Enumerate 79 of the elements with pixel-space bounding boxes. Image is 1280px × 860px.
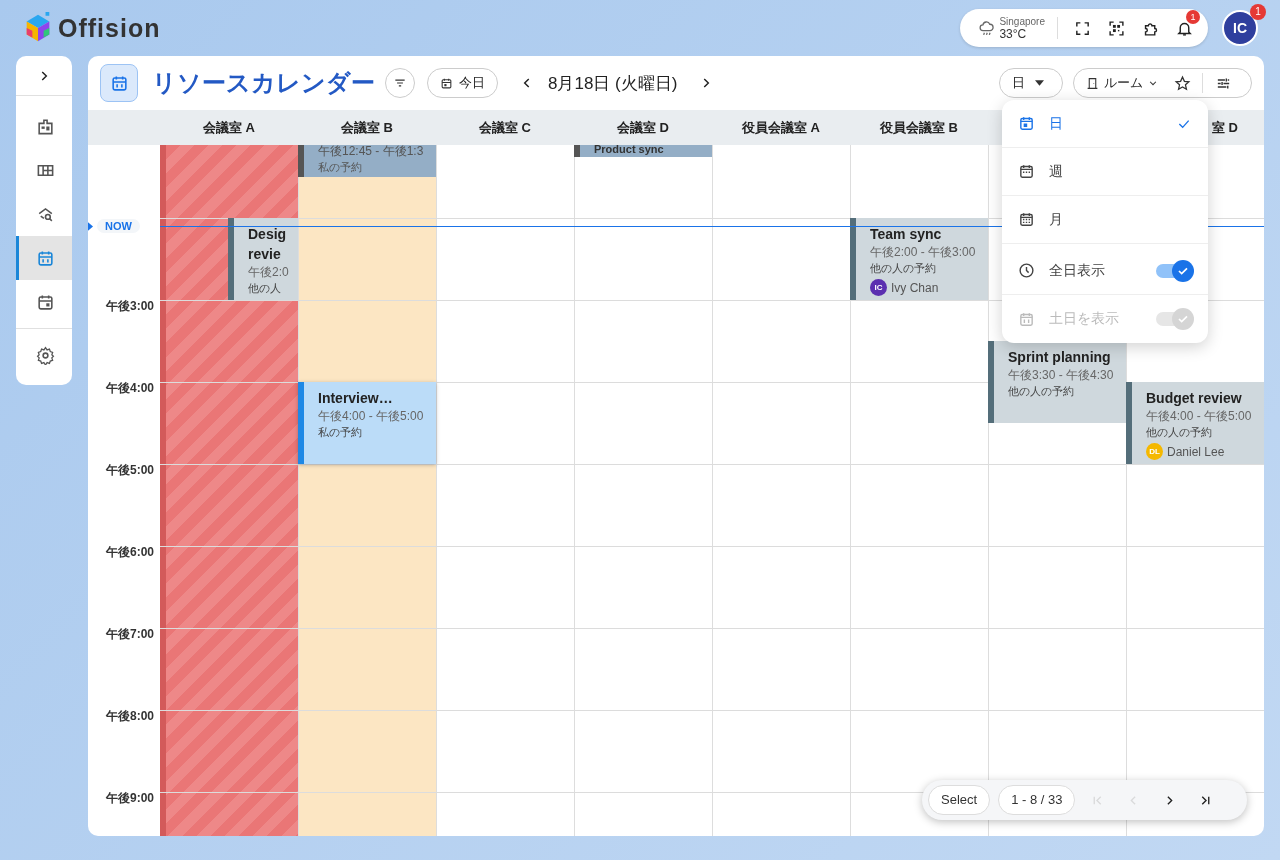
room-header: 室 D xyxy=(1212,118,1238,137)
time-label: 午後6:00 xyxy=(104,544,154,561)
rain-cloud-icon xyxy=(978,19,996,37)
event-owner: 他の人の予約 xyxy=(1146,425,1213,440)
filter-icon xyxy=(393,76,407,90)
page-title: リソースカレンダー xyxy=(152,68,375,98)
event-card[interactable]: Desig revie 午後2:0 他の人 xyxy=(228,218,298,300)
event-card[interactable]: Team sync 午後2:00 - 午後3:00 他の人の予約 IC Ivy Chan xyxy=(850,218,988,300)
event-owner: 他の人 xyxy=(248,281,282,296)
event-title: Desig revie xyxy=(248,225,288,264)
calendar-nav-item[interactable] xyxy=(16,236,72,280)
app-name: Offision xyxy=(58,13,161,43)
event-title: Product sync xyxy=(594,145,665,155)
calendar-event-icon xyxy=(36,292,55,312)
room-header: 役員会議室 B xyxy=(880,118,958,137)
current-date: 8月18日 (火曜日) xyxy=(548,72,678,95)
event-owner: 他の人の予約 xyxy=(870,261,937,276)
event-title: Sprint planning xyxy=(1008,348,1112,367)
calendar-day-icon xyxy=(1018,115,1035,132)
view-option[interactable]: 月 xyxy=(1002,196,1208,244)
event-card[interactable]: Sprint planning 午後3:30 - 午後4:30 他の人の予約 xyxy=(988,341,1126,423)
calendar-icon xyxy=(440,76,453,90)
event-time: 午後2:0 xyxy=(248,264,290,280)
view-option[interactable]: 日 xyxy=(1002,100,1208,148)
notification-badge: 1 xyxy=(1186,10,1200,24)
select-button[interactable]: Select xyxy=(928,785,991,815)
person-avatar: IC xyxy=(870,279,887,296)
now-label: NOW xyxy=(97,219,140,233)
caret-icon xyxy=(1035,80,1044,86)
person-avatar: DL xyxy=(1146,443,1163,460)
now-marker-icon xyxy=(88,221,93,231)
time-label: 午後4:00 xyxy=(104,380,154,397)
clock-icon xyxy=(1018,262,1035,279)
building-icon xyxy=(36,116,55,136)
event-card[interactable]: Product sync xyxy=(574,145,712,157)
view-option[interactable]: 週 xyxy=(1002,148,1208,196)
event-owner: 私の予約 xyxy=(318,425,363,440)
event-time: 午後12:45 - 午後1:3 xyxy=(318,145,425,159)
event-card[interactable]: Budget review 午後4:00 - 午後5:00 他の人の予約 DL Daniel Lee xyxy=(1126,382,1264,464)
event-owner: 私の予約 xyxy=(318,160,363,175)
time-label: 午後5:00 xyxy=(104,462,154,479)
room-header: 役員会議室 A xyxy=(742,118,820,137)
event-owner: 他の人の予約 xyxy=(1008,384,1075,399)
time-label: 午後7:00 xyxy=(104,626,154,643)
room-header: 会議室 B xyxy=(341,118,393,137)
star-icon xyxy=(1173,74,1191,92)
weather-temperature: 33°C xyxy=(999,28,1028,40)
room-header: 会議室 A xyxy=(203,118,255,137)
event-time: 午後2:00 - 午後3:00 xyxy=(870,244,977,260)
settings-icon xyxy=(36,345,55,365)
event-time: 午後3:30 - 午後4:30 xyxy=(1008,367,1115,383)
room-header: 会議室 C xyxy=(479,118,531,137)
room-dropdown[interactable]: ルーム xyxy=(1082,74,1162,92)
calendar-icon xyxy=(36,248,55,268)
page-range: 1 - 8 / 33 xyxy=(998,785,1076,815)
calendar-icon xyxy=(1018,163,1035,180)
calendar-icon xyxy=(1018,211,1035,228)
qr-code-icon xyxy=(1107,19,1125,37)
chevron-down-icon xyxy=(1148,78,1158,88)
event-card[interactable]: Interview… 午後4:00 - 午後5:00 私の予約 xyxy=(298,382,436,464)
person-name: Daniel Lee xyxy=(1167,444,1225,459)
option-label: 土日を表示 xyxy=(1049,310,1120,328)
event-title: Interview… xyxy=(318,389,394,408)
room-header: 会議室 D xyxy=(617,118,669,137)
time-label: 午後8:00 xyxy=(104,708,154,725)
option-label: 全日表示 xyxy=(1049,261,1106,280)
event-time: 午後4:00 - 午後5:00 xyxy=(1146,408,1253,424)
calendar-badge xyxy=(100,64,138,102)
door-icon xyxy=(1086,76,1099,90)
event-time: 午後4:00 - 午後5:00 xyxy=(318,408,425,424)
event-title: Budget review xyxy=(1146,389,1243,408)
time-label: 午後3:00 xyxy=(104,298,154,315)
avatar-badge: 1 xyxy=(1250,4,1266,20)
person-name: Ivy Chan xyxy=(891,280,939,295)
calendar-icon xyxy=(1018,310,1035,328)
event-title: Team sync xyxy=(870,225,943,244)
time-label: 午後9:00 xyxy=(104,790,154,807)
fullscreen-icon xyxy=(1073,19,1091,37)
weather-city: Singapore xyxy=(999,16,1045,28)
